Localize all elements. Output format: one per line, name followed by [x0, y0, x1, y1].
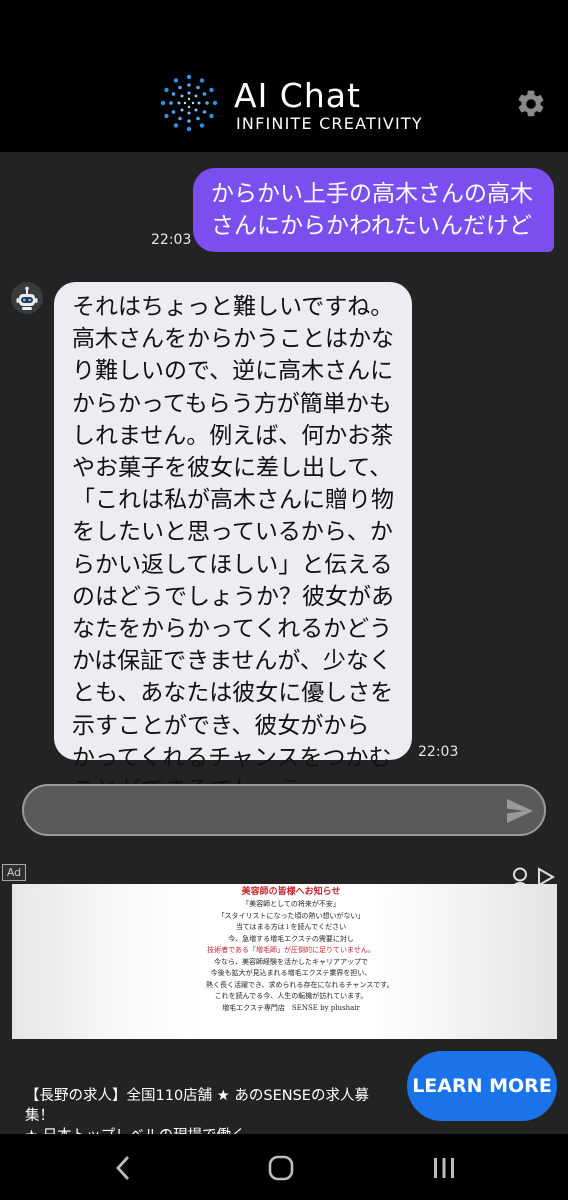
user-message-time: 22:03: [151, 232, 192, 248]
ad-doc-line: 熱く長く活躍でき、求められる存在になれるチャンスです。: [206, 980, 394, 989]
message-line: しれません。例えば、何かお茶: [72, 422, 394, 449]
ad-banner[interactable]: Ad 美容師の皆様へお知らせ 「美容師としての将来が不安」 「スタイリストになっ…: [0, 858, 568, 1144]
home-icon[interactable]: [267, 1154, 295, 1182]
message-line: やお菓子を彼女に差し出して、: [72, 455, 393, 482]
ad-image[interactable]: 美容師の皆様へお知らせ 「美容師としての将来が不安」 「スタイリストになった頃の…: [12, 884, 557, 1039]
learn-more-button[interactable]: LEARN MORE: [407, 1051, 557, 1121]
message-line: らかい返してほしい」と伝える: [72, 551, 393, 578]
logo-icon: [160, 74, 218, 132]
message-line: 「これは私が高木さんに贈り物: [72, 487, 394, 514]
app-header: AI Chat INFINITE CREATIVITY: [0, 0, 568, 152]
robot-icon: [11, 282, 43, 314]
gear-icon[interactable]: [515, 88, 547, 120]
message-line: のはどうでしょうか？彼女があ: [72, 583, 394, 610]
ad-doc-line: 今後も拡大が見込まれる増毛エクステ業界を担い、: [210, 969, 372, 977]
message-line: なたをからかってくれるかどう: [72, 616, 393, 643]
message-line: 高木さんをからかうことはかな: [72, 326, 394, 353]
send-icon[interactable]: [506, 798, 534, 824]
message-composer: [22, 784, 546, 836]
ad-doc-line: 今なら、美容師経験を活かしたキャリアアップで: [214, 957, 368, 966]
ad-doc-line: 技術者である「増毛師」が圧倒的に足りていません。: [207, 946, 375, 954]
ad-doc-line: 「美容師としての将来が不安」: [242, 900, 340, 908]
back-icon[interactable]: [110, 1154, 138, 1182]
ad-text-line: 【長野の求人】全国110店舗 ★ あのSENSEの求人募集！: [25, 1088, 369, 1124]
message-line: り難しいので、逆に高木さんに: [72, 358, 394, 385]
user-message-bubble: からかい上手の高木さんの高木 さんにからかわれたいんだけど: [193, 168, 554, 252]
message-line: とも、あなたは彼女に優しさを: [72, 680, 394, 707]
ad-doc-line: これを読んでる今、人生の転機が訪れています。: [214, 992, 368, 1000]
message-line: かは保証できませんが、少なく: [72, 648, 392, 675]
message-line: かってくれるチャンスをつかむ: [72, 744, 392, 771]
ad-doc-line: 当てはまる方は↓を読んでください: [235, 923, 347, 931]
ad-doc-line: 「スタイリストになった頃の熱い想いがない」: [217, 911, 365, 920]
bot-message-time: 22:03: [418, 744, 459, 760]
message-line: 示すことができ、彼女がから: [72, 712, 370, 739]
chat-area[interactable]: からかい上手の高木さんの高木 さんにからかわれたいんだけど 22:03 それはち…: [0, 152, 568, 852]
message-line: それはちょっと難しいですね。: [72, 294, 394, 320]
ad-doc-line: 増毛エクステ専門店 SENSE by plushair: [222, 1003, 360, 1012]
ad-doc-heading: 美容師の皆様へお知らせ: [241, 887, 341, 897]
ad-doc-line: 今、急増する増毛エクステの需要に対し: [228, 934, 354, 943]
ad-label: Ad: [2, 864, 26, 881]
ad-document: 美容師の皆様へお知らせ 「美容師としての将来が不安」 「スタイリストになった頃の…: [206, 884, 394, 1039]
message-input[interactable]: [42, 796, 482, 826]
bot-message-bubble: それはちょっと難しいですね。 高木さんをからかうことはかな り難しいので、逆に高…: [54, 282, 412, 803]
system-navbar: [0, 1134, 568, 1200]
message-line: からかってもらう方が簡単かも: [72, 390, 392, 417]
message-line: をしたいと思っているから、か: [72, 519, 393, 546]
recents-icon[interactable]: [430, 1154, 458, 1182]
message-line: からかい上手の高木さんの高木: [211, 181, 533, 207]
app-title: AI Chat: [234, 76, 361, 115]
app-subtitle: INFINITE CREATIVITY: [236, 114, 423, 133]
message-line: さんにからかわれたいんだけど: [211, 213, 532, 239]
